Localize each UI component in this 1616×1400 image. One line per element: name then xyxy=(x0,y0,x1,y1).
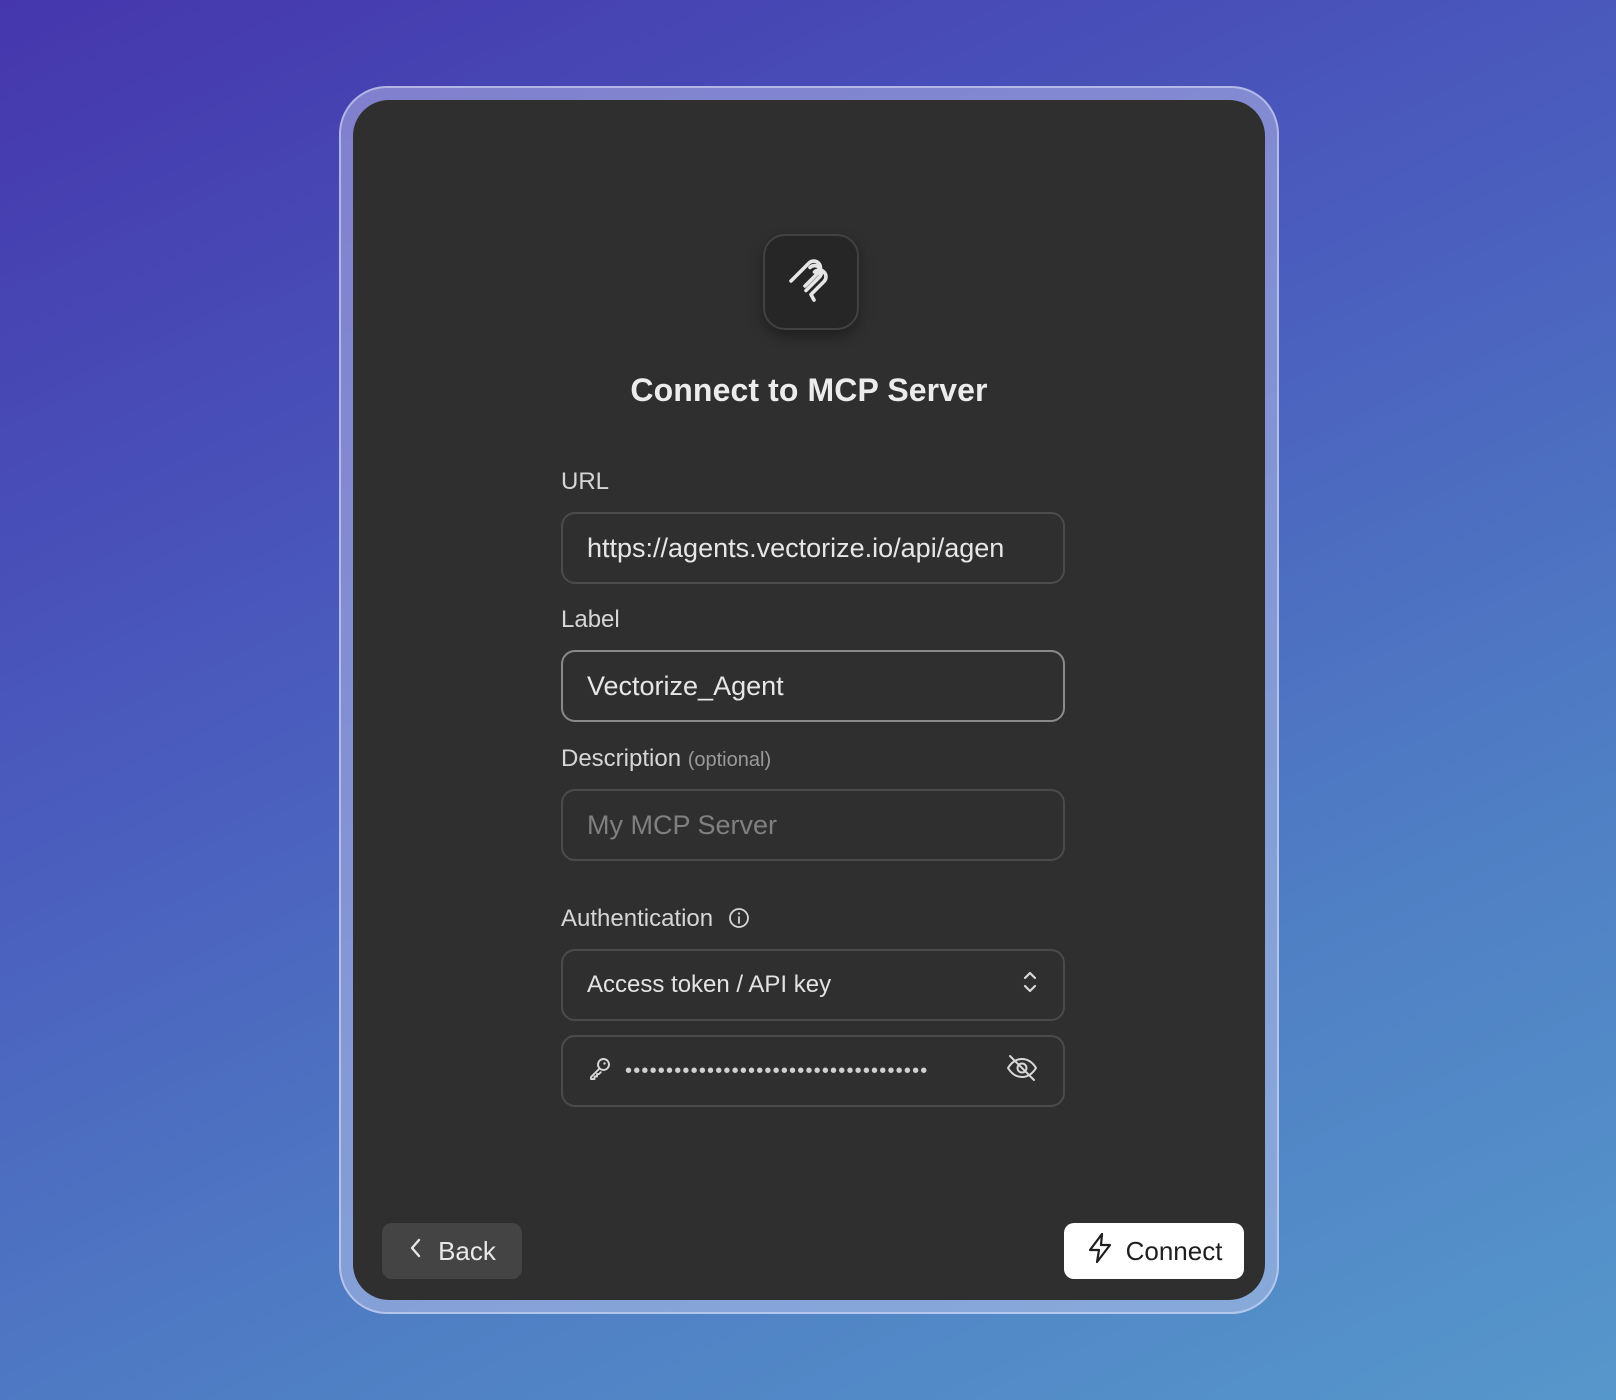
key-icon xyxy=(587,1055,613,1088)
label-value: Vectorize_Agent xyxy=(587,670,784,701)
url-value: https://agents.vectorize.io/api/agen xyxy=(587,532,1005,563)
label-label: Label xyxy=(561,606,620,633)
connect-button-label: Connect xyxy=(1125,1235,1223,1266)
label-input[interactable]: Vectorize_Agent xyxy=(561,650,1065,722)
api-key-value: ••••••••••••••••••••••••••••••••••••• xyxy=(625,1059,929,1082)
authentication-select[interactable]: Access token / API key xyxy=(561,949,1065,1021)
description-input[interactable]: My MCP Server xyxy=(561,789,1065,861)
description-label-text: Description xyxy=(561,745,682,772)
lightning-icon xyxy=(1086,1232,1114,1271)
description-label: Description (optional) xyxy=(561,745,771,773)
authentication-selected: Access token / API key xyxy=(587,971,832,998)
description-placeholder: My MCP Server xyxy=(587,809,778,840)
dialog-title: Connect to MCP Server xyxy=(630,372,988,408)
back-button-label: Back xyxy=(438,1235,496,1266)
eye-off-icon[interactable] xyxy=(1005,1053,1039,1090)
connect-dialog: Connect to MCP Server URL https://agents… xyxy=(353,100,1265,1300)
chevron-left-icon xyxy=(408,1236,424,1267)
optional-note: (optional) xyxy=(687,749,772,771)
authentication-label-text: Authentication xyxy=(561,905,714,932)
back-button[interactable]: Back xyxy=(382,1223,522,1279)
url-label: URL xyxy=(561,468,610,495)
chevron-up-down-icon xyxy=(1021,969,1039,1002)
info-icon[interactable] xyxy=(728,907,750,936)
connect-button[interactable]: Connect xyxy=(1064,1223,1244,1279)
authentication-label: Authentication xyxy=(561,905,750,936)
mcp-logo-icon xyxy=(763,234,859,330)
api-key-input[interactable]: ••••••••••••••••••••••••••••••••••••• xyxy=(561,1035,1065,1107)
url-input[interactable]: https://agents.vectorize.io/api/agen xyxy=(561,512,1065,584)
